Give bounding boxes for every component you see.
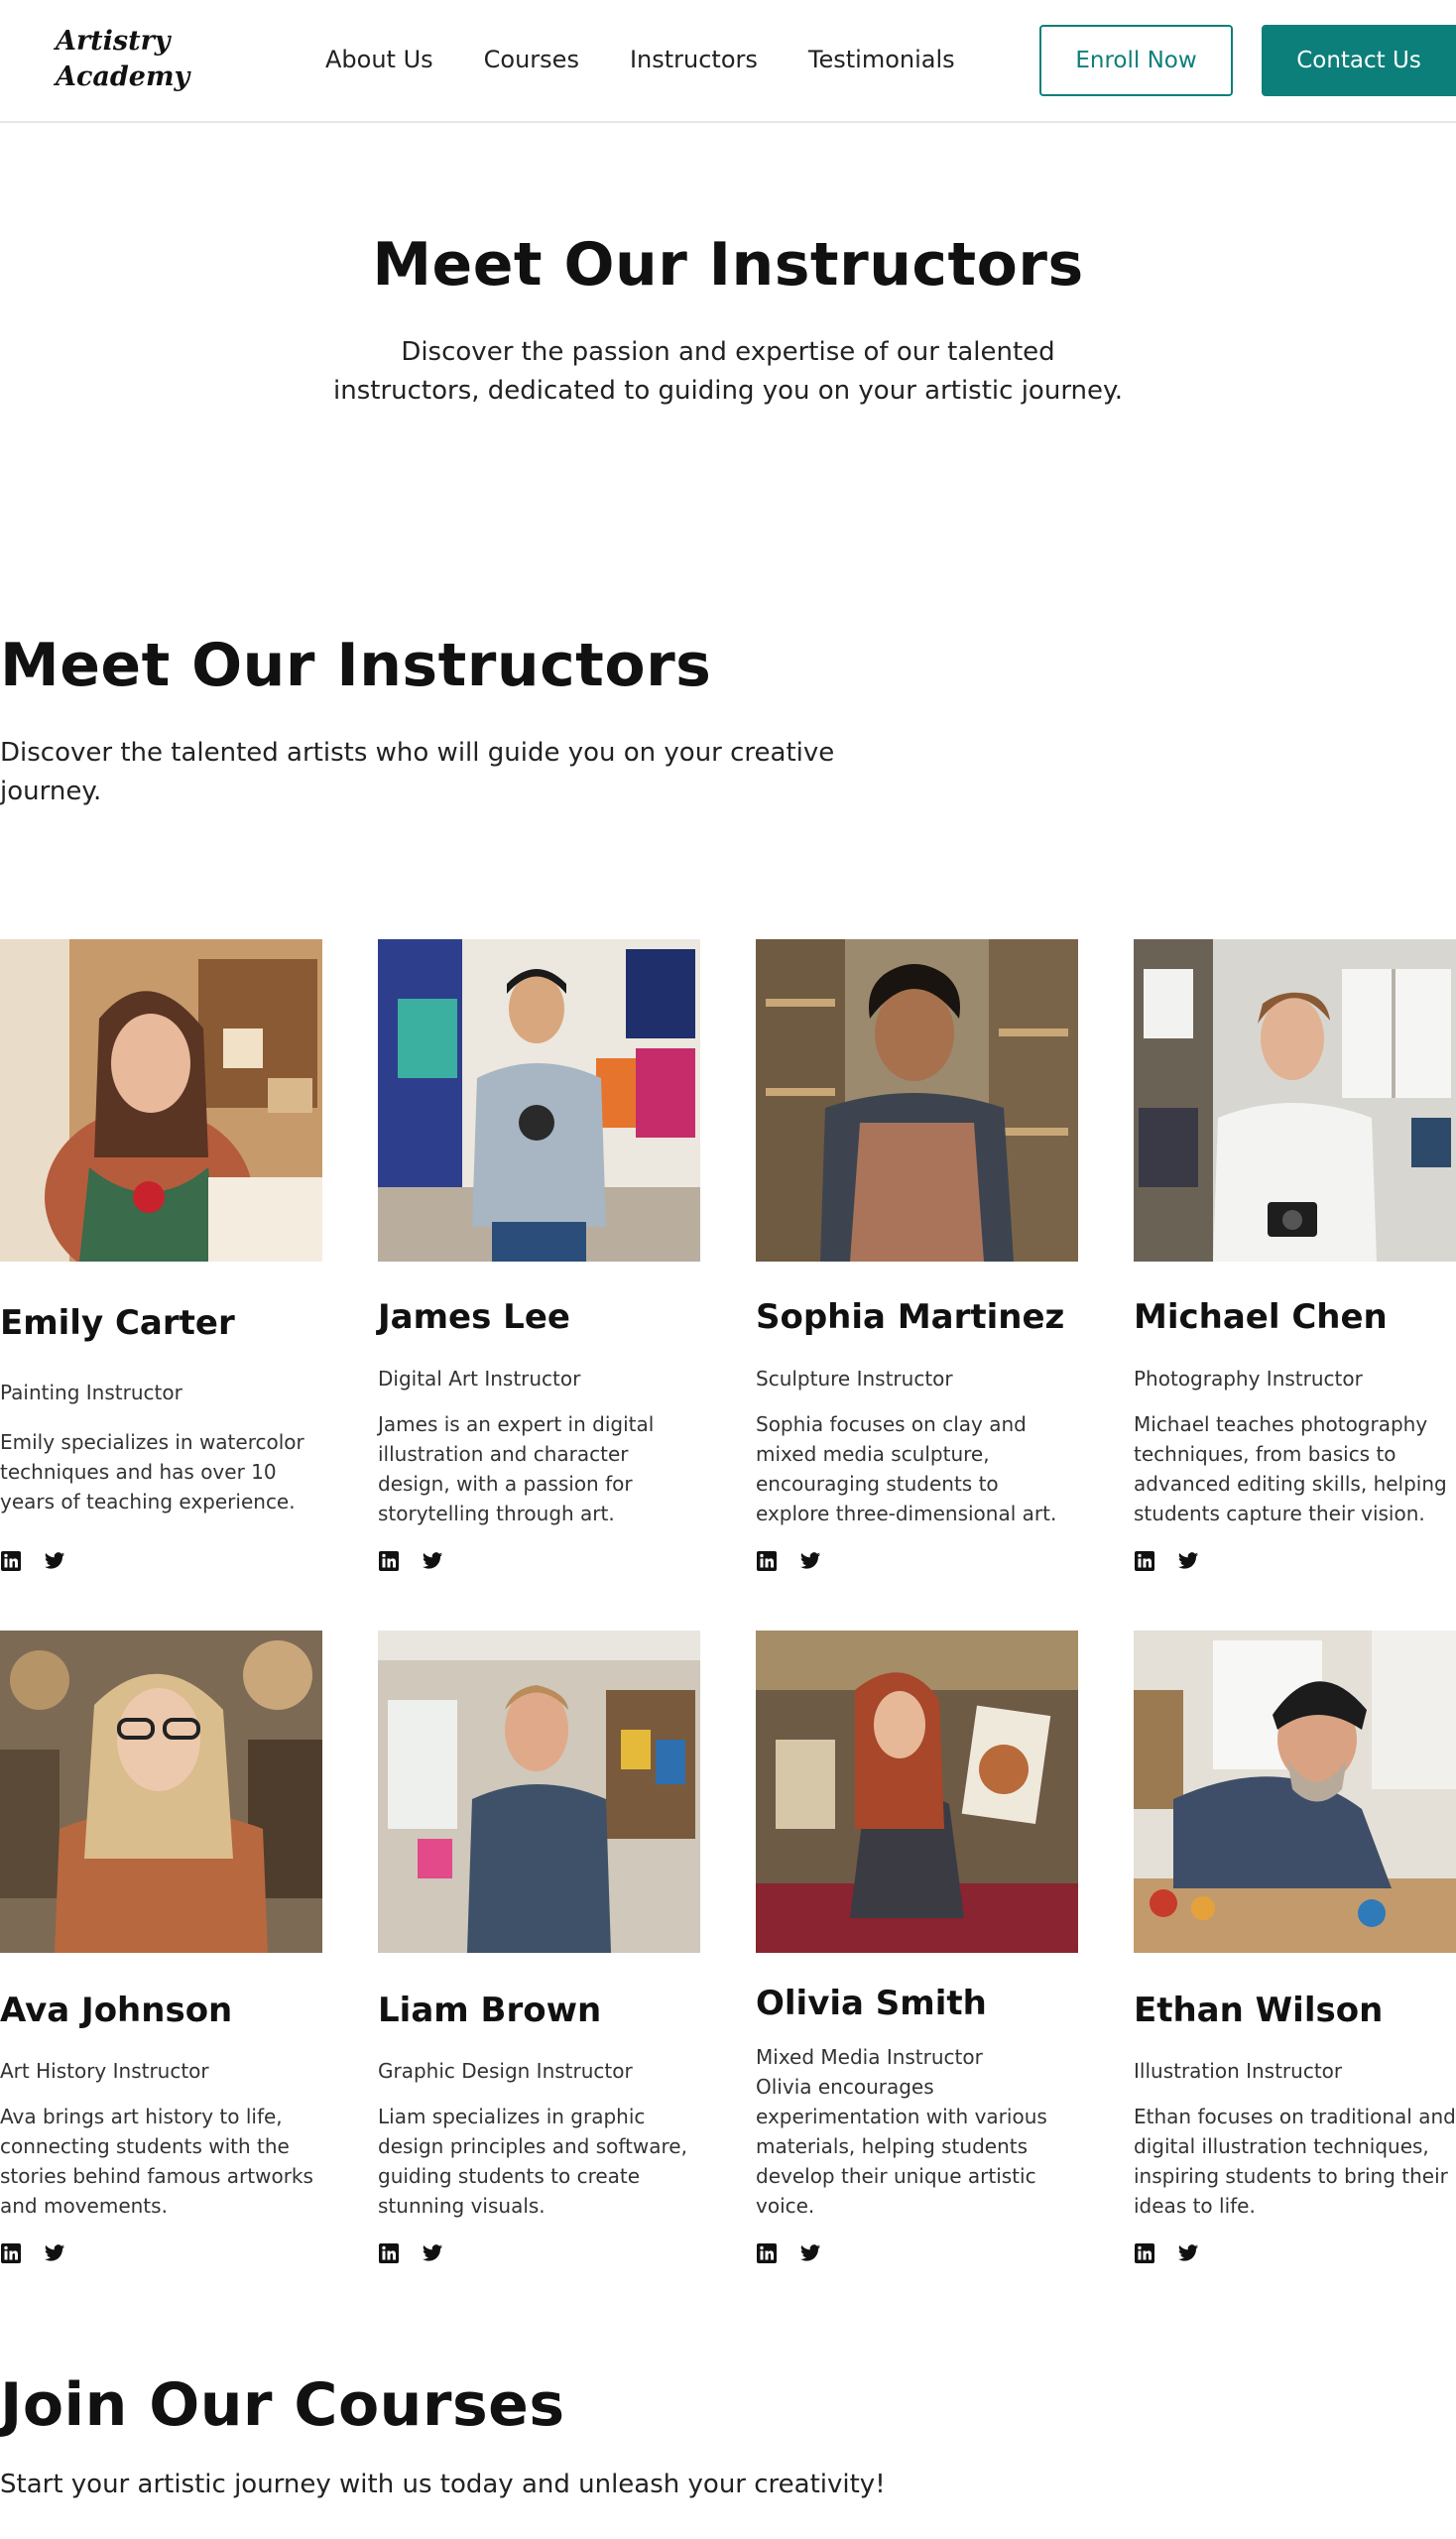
instructor-name: Ava Johnson [0,1991,233,2030]
instructor-role: Digital Art Instructor [378,1367,581,1390]
instructor-bio: James is an expert in digital illustrati… [378,1412,655,1525]
nav-about-us[interactable]: About Us [325,42,433,77]
instructor-name: Emily Carter [0,1303,235,1343]
instructor-name: Michael Chen [1134,1297,1388,1337]
instructor-bio: Emily specializes in watercolor techniqu… [0,1430,304,1513]
instructor-bio: Ethan focuses on traditional and digital… [1134,2105,1456,2218]
instructor-photo [0,939,322,1262]
linkedin-icon[interactable] [756,2242,778,2264]
logo-line-1: Artistry [56,26,171,57]
twitter-icon[interactable] [422,2242,443,2264]
site-header: Artistry Academy About Us Courses Instru… [0,0,1456,123]
twitter-icon[interactable] [799,1550,821,1572]
instructor-card: Olivia Smith Mixed Media Instructor Oliv… [756,1631,1078,2263]
social-links [378,2242,443,2264]
contact-us-button[interactable]: Contact Us [1262,25,1456,96]
hero-subtitle: Discover the passion and expertise of ou… [333,337,1123,406]
instructor-role: Graphic Design Instructor [378,2059,633,2083]
linkedin-icon[interactable] [378,1550,400,1572]
linkedin-icon[interactable] [0,2242,22,2264]
instructor-card: Emily Carter Painting Instructor Emily s… [0,939,322,1571]
linkedin-icon[interactable] [756,1550,778,1572]
enroll-now-button[interactable]: Enroll Now [1039,25,1233,96]
instructor-photo [756,939,1078,1262]
instructor-bio: Olivia encourages experimentation with v… [756,2075,1047,2218]
instructor-role: Painting Instructor [0,1381,182,1404]
instructor-photo [0,1631,322,1953]
instructor-role: Mixed Media Instructor [756,2045,983,2069]
instructor-photo [378,939,700,1262]
instructor-role: Art History Instructor [0,2059,209,2083]
instructor-card: Michael Chen Photography Instructor Mich… [1134,939,1456,1571]
social-links [378,1550,443,1572]
join-title: Join Our Courses [0,2370,565,2440]
instructor-name: Olivia Smith [756,1984,987,2023]
social-links [0,2242,65,2264]
social-links [1134,2242,1199,2264]
join-subtitle: Start your artistic journey with us toda… [0,2470,886,2499]
social-links [1134,1550,1199,1572]
instructor-name: Sophia Martinez [756,1297,1065,1337]
nav-courses[interactable]: Courses [484,42,579,77]
main-nav: About Us Courses Instructors Testimonial… [325,42,955,77]
instructor-photo [378,1631,700,1953]
social-links [756,1550,821,1572]
instructor-card: Liam Brown Graphic Design Instructor Lia… [378,1631,700,2263]
nav-testimonials[interactable]: Testimonials [808,42,955,77]
instructor-name: Ethan Wilson [1134,1991,1384,2030]
instructor-card: Sophia Martinez Sculpture Instructor Sop… [756,939,1078,1571]
twitter-icon[interactable] [799,2242,821,2264]
instructor-name: Liam Brown [378,1991,602,2030]
linkedin-icon[interactable] [1134,2242,1155,2264]
linkedin-icon[interactable] [378,2242,400,2264]
logo-line-2: Academy [56,61,190,92]
instructor-bio: Ava brings art history to life, connecti… [0,2105,313,2218]
instructor-bio: Liam specializes in graphic design princ… [378,2105,687,2218]
social-links [0,1550,65,1572]
social-links [756,2242,821,2264]
instructor-photo [1134,939,1456,1262]
instructor-bio: Sophia focuses on clay and mixed media s… [756,1412,1057,1525]
twitter-icon[interactable] [1177,1550,1199,1572]
instructors-subtitle: Discover the talented artists who will g… [0,738,835,806]
instructor-name: James Lee [378,1297,570,1337]
instructor-photo [756,1631,1078,1953]
twitter-icon[interactable] [44,2242,65,2264]
instructor-role: Sculpture Instructor [756,1367,953,1390]
linkedin-icon[interactable] [1134,1550,1155,1572]
hero-title: Meet Our Instructors [372,230,1084,300]
logo[interactable]: Artistry Academy [56,24,190,95]
instructor-card: James Lee Digital Art Instructor James i… [378,939,700,1571]
twitter-icon[interactable] [1177,2242,1199,2264]
twitter-icon[interactable] [44,1550,65,1572]
nav-instructors[interactable]: Instructors [630,42,758,77]
twitter-icon[interactable] [422,1550,443,1572]
instructor-role: Illustration Instructor [1134,2059,1343,2083]
instructor-card: Ethan Wilson Illustration Instructor Eth… [1134,1631,1456,2263]
instructor-card: Ava Johnson Art History Instructor Ava b… [0,1631,322,2263]
instructor-bio: Michael teaches photography techniques, … [1134,1412,1447,1525]
instructor-photo [1134,1631,1456,1953]
instructors-title: Meet Our Instructors [0,631,712,700]
instructor-role: Photography Instructor [1134,1367,1363,1390]
linkedin-icon[interactable] [0,1550,22,1572]
